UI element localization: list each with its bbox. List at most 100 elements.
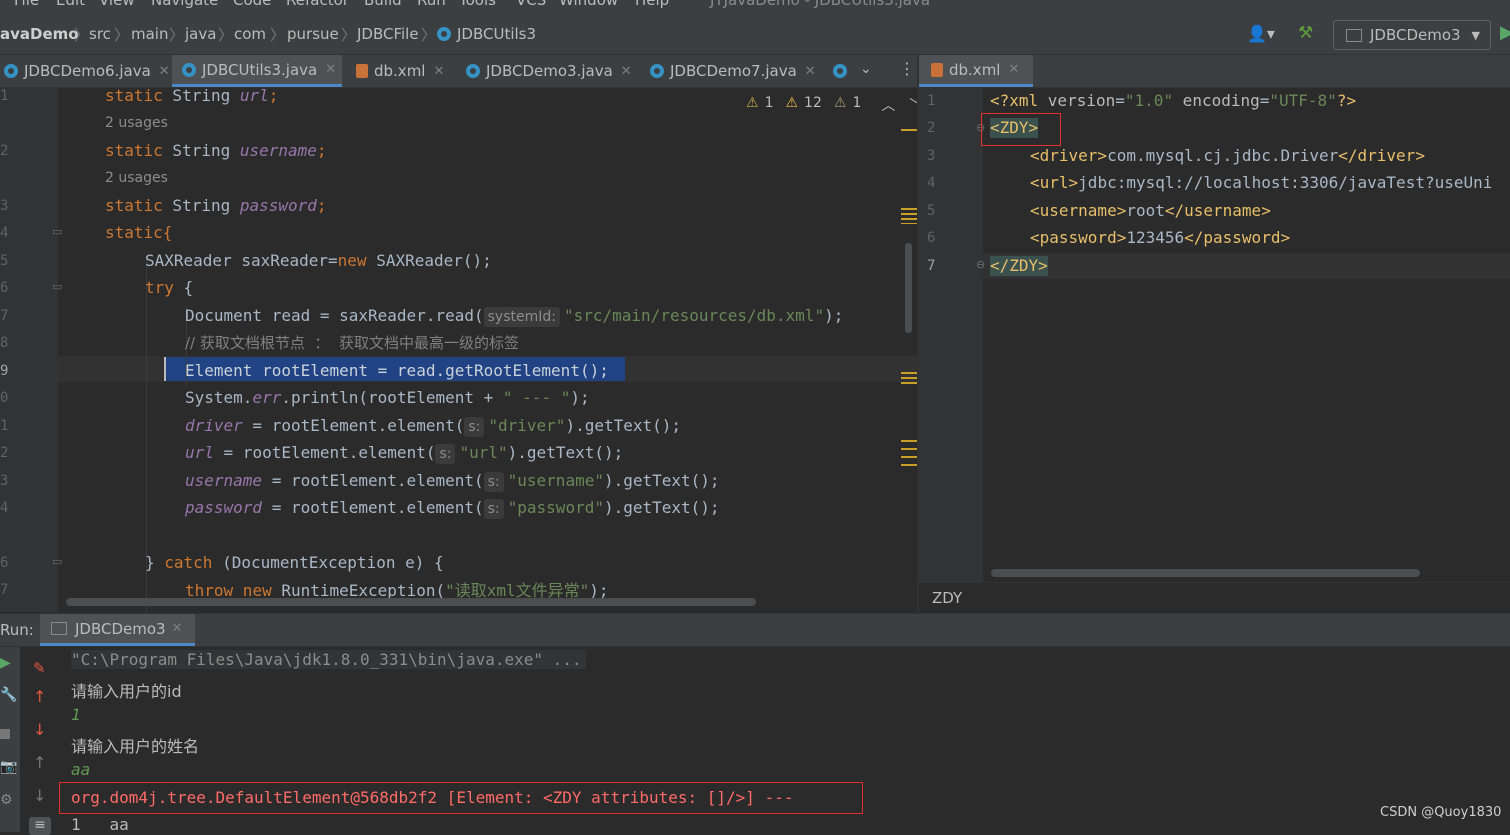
java-editor[interactable]: 1 2 3 4 5 6 7 8 9 0 1 2 3 4 6 7 ▭ ▭ ▭ st… bbox=[0, 88, 917, 612]
line-number: 4 bbox=[0, 500, 9, 516]
breadcrumb-com[interactable]: com bbox=[234, 25, 266, 43]
chevron-down-icon: ▼ bbox=[1471, 28, 1480, 42]
code-line: SAXReader saxReader=new SAXReader(); bbox=[145, 251, 492, 270]
fold-icon[interactable]: ▭ bbox=[52, 555, 62, 568]
warning-count: 12 bbox=[804, 95, 822, 111]
java-class-icon bbox=[833, 64, 847, 78]
console-output: 1 aa bbox=[71, 815, 129, 834]
menu-file[interactable]: File bbox=[14, 0, 39, 9]
tab-db-xml[interactable]: db.xml ✕ bbox=[356, 55, 444, 87]
line-number: 3 bbox=[0, 198, 9, 214]
run-tab[interactable]: JDBCDemo3 ✕ bbox=[40, 614, 195, 646]
run-icon[interactable]: ▶ bbox=[1500, 22, 1510, 43]
camera-icon[interactable]: 📷 bbox=[0, 759, 17, 775]
breadcrumb-pursue[interactable]: pursue bbox=[287, 25, 339, 43]
highlight-box bbox=[981, 113, 1061, 146]
more-vertical-icon[interactable]: ⋮ bbox=[899, 59, 915, 78]
line-number: 4 bbox=[927, 175, 936, 191]
usages-hint[interactable]: 2 usages bbox=[105, 170, 168, 186]
run-tab-label: JDBCDemo3 bbox=[75, 619, 166, 638]
run-toolbar: ▶ 🔧 📷 ⚙ bbox=[0, 647, 20, 832]
close-icon[interactable]: ✕ bbox=[172, 621, 183, 636]
close-icon[interactable]: ✕ bbox=[325, 62, 336, 77]
menu-tools[interactable]: Tools bbox=[459, 0, 496, 9]
stripe-marker[interactable] bbox=[901, 208, 917, 224]
xml-breadcrumb-bar: ZDY bbox=[919, 582, 1510, 613]
code-line: static String url; bbox=[105, 88, 279, 105]
soft-wrap-icon[interactable]: ≡ bbox=[29, 817, 51, 835]
menu-navigate[interactable]: Navigate bbox=[151, 0, 218, 9]
stripe-marker[interactable] bbox=[901, 372, 917, 384]
user-icon[interactable]: 👤▾ bbox=[1247, 24, 1275, 43]
line-number: 3 bbox=[927, 148, 936, 164]
menu-edit[interactable]: Edit bbox=[56, 0, 85, 9]
breadcrumb-main[interactable]: main bbox=[131, 25, 168, 43]
settings-icon[interactable]: ⚙ bbox=[0, 792, 13, 808]
stripe-marker[interactable] bbox=[901, 440, 917, 468]
line-number: 7 bbox=[927, 258, 936, 274]
breadcrumb-jdbcfile[interactable]: JDBCFile bbox=[357, 25, 419, 43]
horizontal-scrollbar[interactable] bbox=[66, 598, 756, 606]
usages-hint[interactable]: 2 usages bbox=[105, 115, 168, 131]
chevron-down-icon[interactable]: ⌄ bbox=[860, 61, 872, 77]
vertical-scrollbar[interactable] bbox=[905, 243, 912, 333]
code-line: url = rootElement.element(s: "url").getTe… bbox=[185, 443, 624, 464]
close-icon[interactable]: ✕ bbox=[433, 64, 444, 79]
close-icon[interactable]: ✕ bbox=[159, 64, 170, 79]
breadcrumb-separator: 〉 bbox=[114, 26, 130, 44]
menu-help[interactable]: Help bbox=[635, 0, 669, 9]
tab-overflow[interactable] bbox=[833, 55, 853, 87]
code-line: } catch (DocumentException e) { bbox=[145, 553, 444, 572]
fold-icon[interactable]: ⊖ bbox=[976, 258, 985, 271]
arrow-up-icon[interactable]: ↑ bbox=[33, 687, 46, 706]
tab-db-xml-right[interactable]: db.xml ✕ bbox=[919, 55, 1033, 87]
xml-file-icon bbox=[356, 64, 368, 78]
clear-icon[interactable]: ✎ bbox=[33, 659, 46, 677]
breadcrumb-project[interactable]: avaDemo bbox=[0, 25, 79, 43]
java-class-icon bbox=[182, 62, 196, 77]
fold-icon[interactable]: ▭ bbox=[52, 280, 62, 293]
breadcrumb-class[interactable]: JDBCUtils3 bbox=[437, 25, 536, 43]
menu-code[interactable]: Code bbox=[233, 0, 271, 9]
arrow-down-icon[interactable]: ↓ bbox=[33, 720, 46, 739]
tab-jdbcutils3[interactable]: JDBCUtils3.java ✕ bbox=[172, 55, 342, 87]
breadcrumb-java[interactable]: java bbox=[185, 25, 216, 43]
tab-label: db.xml bbox=[374, 62, 426, 80]
code-comment: // 获取文档根节点 ： 获取文档中最高一级的标签 bbox=[185, 334, 519, 352]
chevron-down-icon[interactable]: ﹀ bbox=[909, 95, 917, 115]
breadcrumb-src[interactable]: src bbox=[89, 25, 111, 43]
menu-run[interactable]: Run bbox=[417, 0, 446, 9]
menu-build[interactable]: Build bbox=[364, 0, 402, 9]
chevron-up-icon[interactable]: ︿ bbox=[881, 95, 895, 115]
horizontal-scrollbar[interactable] bbox=[991, 569, 1420, 577]
hammer-build-icon[interactable]: ⚒ bbox=[1298, 23, 1313, 43]
line-number: 5 bbox=[0, 253, 9, 269]
fold-icon[interactable]: ▭ bbox=[52, 225, 62, 238]
line-number: 7 bbox=[0, 308, 9, 324]
console-input: 1 bbox=[71, 705, 81, 724]
xml-line: <password>123456</password> bbox=[1030, 228, 1291, 247]
scroll-up-icon[interactable]: ↑ bbox=[33, 753, 46, 772]
inspection-widget[interactable]: ⚠ 1 ⚠ 12 ⚠ 1 ︿ ﹀ bbox=[746, 95, 917, 115]
java-class-icon bbox=[466, 64, 480, 78]
close-icon[interactable]: ✕ bbox=[621, 64, 632, 79]
run-config-dropdown[interactable]: JDBCDemo3 ▼ bbox=[1333, 20, 1491, 50]
close-icon[interactable]: ✕ bbox=[1008, 62, 1019, 77]
scroll-down-icon[interactable]: ↓ bbox=[33, 786, 46, 805]
stop-icon[interactable] bbox=[0, 729, 10, 739]
menu-view[interactable]: View bbox=[99, 0, 135, 9]
stripe-marker[interactable] bbox=[901, 129, 917, 131]
rerun-icon[interactable]: ▶ bbox=[0, 655, 11, 671]
tab-jdbcdemo7[interactable]: JDBCDemo7.java ✕ bbox=[650, 55, 816, 87]
tab-jdbcdemo6[interactable]: JDBCDemo6.java ✕ bbox=[4, 55, 170, 87]
xml-breadcrumb[interactable]: ZDY bbox=[932, 589, 962, 607]
menu-vcs[interactable]: VCS bbox=[516, 0, 546, 9]
xml-editor[interactable]: 1 2 3 4 5 6 7 ⊖ ⊖ <?xml version="1.0" en… bbox=[919, 88, 1510, 582]
menu-window[interactable]: Window bbox=[559, 0, 618, 9]
close-icon[interactable]: ✕ bbox=[805, 64, 816, 79]
tab-label: JDBCUtils3.java bbox=[202, 60, 318, 79]
tab-jdbcdemo3[interactable]: JDBCDemo3.java ✕ bbox=[466, 55, 632, 87]
wrench-icon[interactable]: 🔧 bbox=[0, 687, 17, 703]
menu-refactor[interactable]: Refactor bbox=[286, 0, 349, 9]
console-command: "C:\Program Files\Java\jdk1.8.0_331\bin\… bbox=[71, 650, 586, 669]
